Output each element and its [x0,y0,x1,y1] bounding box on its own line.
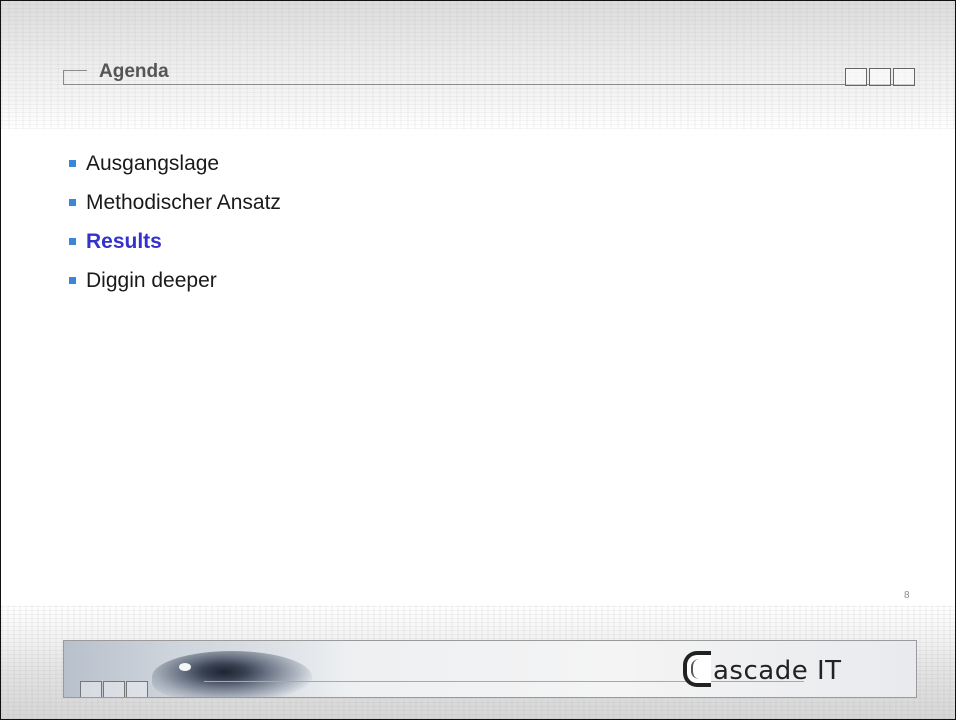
agenda-item-label: Diggin deeper [86,268,217,292]
header-rule [63,84,915,85]
square-icon [80,681,102,697]
bullet-square-icon [69,199,76,206]
agenda-item-ausgangslage: Ausgangslage [69,144,281,183]
agenda-item-label: Methodischer Ansatz [86,190,281,214]
eye-image [152,651,312,697]
logo-text: ascade IT [713,656,842,686]
bullet-square-icon [69,160,76,167]
footer-squares [80,681,148,697]
slide-title: Agenda [99,61,169,82]
agenda-item-methodischer-ansatz: Methodischer Ansatz [69,183,281,222]
agenda-list: Ausgangslage Methodischer Ansatz Results… [69,144,281,300]
agenda-item-results: Results [69,222,281,261]
logo-c-mark [683,651,711,687]
square-icon [893,68,915,86]
header-squares [845,68,915,86]
bullet-square-icon [69,277,76,284]
eye-highlight [179,663,191,671]
square-icon [103,681,125,697]
agenda-item-label: Results [86,229,162,253]
square-icon [126,681,148,697]
page-number: 8 [904,590,910,601]
agenda-item-label: Ausgangslage [86,151,220,175]
bullet-square-icon [69,238,76,245]
header-bracket [63,70,64,85]
header-bracket-top [63,70,87,71]
square-icon [869,68,891,86]
cascade-it-logo: ascade IT [683,649,842,689]
agenda-item-diggin-deeper: Diggin deeper [69,261,281,300]
slide: Agenda Ausgangslage Methodischer Ansatz … [0,0,956,720]
square-icon [845,68,867,86]
